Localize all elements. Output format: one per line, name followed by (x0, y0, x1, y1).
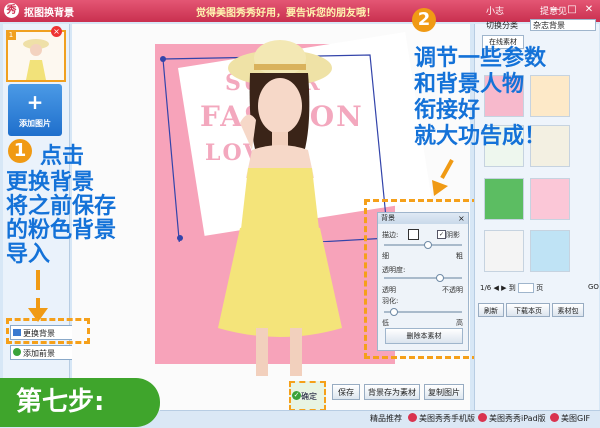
highlight-outline (6, 318, 90, 344)
save-button[interactable]: 保存 (332, 384, 360, 400)
opaque-label: 不透明 (442, 286, 463, 294)
step2-text-line4: 就大功告成！ (414, 124, 547, 149)
high-label: 高 (456, 319, 463, 327)
transparent-label: 透明 (382, 286, 396, 294)
category-select[interactable]: 杂志背景 (530, 19, 596, 31)
thin-label: 细 (382, 252, 389, 260)
app-logo-icon: 秀 (4, 3, 19, 18)
arrow-down-left-icon (432, 159, 454, 196)
opacity-slider[interactable] (384, 277, 462, 279)
material-pack-button[interactable]: 素材包 (552, 303, 584, 317)
step-badge-2: 2 (412, 8, 436, 32)
ipad-app-link[interactable]: 美图秀秀iPad版 (489, 413, 546, 424)
pager-current: 1/6 (480, 284, 492, 292)
step2-text-line2: 和背景人物 (414, 72, 525, 97)
user-name[interactable]: 小志 (486, 4, 504, 17)
resize-handle-tl[interactable] (160, 56, 166, 62)
thumbnail-index: 1 (6, 30, 16, 40)
resize-handle-bl[interactable] (177, 235, 183, 241)
feather-slider-knob[interactable] (390, 308, 398, 316)
border-width-slider-knob[interactable] (424, 241, 432, 249)
material-thumb[interactable] (484, 230, 524, 272)
material-thumb[interactable] (530, 178, 570, 220)
window-title: 抠图换背景 (24, 8, 74, 19)
delete-material-button[interactable]: 删除本素材 (385, 328, 463, 344)
step-ribbon: 第七步: (0, 378, 160, 427)
minimize-button[interactable]: — (548, 3, 562, 17)
step1-text-line5: 导入 (6, 242, 51, 267)
mobile-app-icon (408, 413, 417, 422)
delete-thumbnail-icon[interactable]: × (51, 26, 62, 37)
material-thumb[interactable] (484, 178, 524, 220)
save-background-as-material-button[interactable]: 背景存为素材 (364, 384, 420, 400)
opacity-label: 透明度: (382, 266, 406, 274)
promo-text[interactable]: 觉得美图秀秀好用，要告诉您的朋友哦！ (196, 4, 376, 19)
step1-text-line4: 的粉色背景 (6, 218, 117, 243)
page-input[interactable] (517, 283, 534, 293)
add-image-label: 添加图片 (19, 119, 51, 128)
border-color-swatch[interactable] (408, 229, 419, 240)
download-page-button[interactable]: 下载本页 (506, 303, 550, 317)
step-badge-1: 1 (8, 139, 32, 163)
shadow-label: 阴影 (446, 231, 460, 239)
feather-label: 羽化: (382, 297, 399, 305)
step2-text-line3: 衔接好 (414, 98, 481, 123)
mobile-app-link[interactable]: 美图秀秀手机版 (419, 413, 475, 424)
confirm-button[interactable]: ✓ 确定 (289, 381, 326, 411)
gif-app-icon (550, 413, 559, 422)
close-panel-icon[interactable]: × (458, 213, 465, 224)
thumbnail-image (8, 32, 64, 80)
copy-image-button[interactable]: 复制图片 (424, 384, 464, 400)
shadow-checkbox[interactable]: ✓ (437, 230, 446, 239)
plus-icon: + (26, 90, 44, 114)
check-icon: ✓ (292, 391, 301, 400)
plus-circle-icon (13, 348, 21, 356)
gif-app-link[interactable]: 美图GIF (561, 413, 590, 424)
background-params-panel: 背景 × 描边: ✓ 阴影 细 粗 透明度: 透明 不透明 羽化: 低 高 删除… (377, 212, 469, 351)
step1-text-line1: 点击 (40, 144, 85, 169)
confirm-label: 确定 (301, 392, 317, 401)
material-thumb[interactable] (530, 75, 570, 117)
maximize-button[interactable]: □ (565, 3, 579, 17)
recommend-label: 精品推荐 (370, 414, 402, 423)
refresh-button[interactable]: 刷新 (478, 303, 504, 317)
pager-to: 到 (508, 284, 516, 292)
opacity-slider-knob[interactable] (436, 274, 444, 282)
add-foreground-label: 添加前景 (23, 349, 55, 358)
thick-label: 粗 (456, 252, 463, 260)
params-panel-title: 背景 (378, 213, 468, 224)
step2-text-line1: 调节一些参数 (414, 46, 547, 71)
cutout-person-image[interactable] (190, 28, 380, 378)
border-width-slider[interactable] (384, 244, 462, 246)
go-button[interactable]: GO (588, 283, 599, 291)
low-label: 低 (382, 319, 389, 327)
material-thumb[interactable] (530, 230, 570, 272)
close-button[interactable]: ✕ (582, 3, 596, 17)
title-bar: 秀 抠图换背景 觉得美图秀秀好用，要告诉您的朋友哦！ 小志 提意见 — □ ✕ (0, 0, 600, 22)
category-label: 切换分类 (486, 21, 518, 30)
add-image-button[interactable]: + 添加图片 (8, 84, 62, 136)
pager: 1/6 ◀ ▶ 到 页 (480, 283, 544, 293)
ipad-app-icon (478, 413, 487, 422)
step1-text-line3: 将之前保存 (6, 194, 117, 219)
pager-page: 页 (536, 284, 544, 292)
border-label: 描边: (382, 231, 399, 239)
step1-text-line2: 更换背景 (6, 170, 95, 195)
